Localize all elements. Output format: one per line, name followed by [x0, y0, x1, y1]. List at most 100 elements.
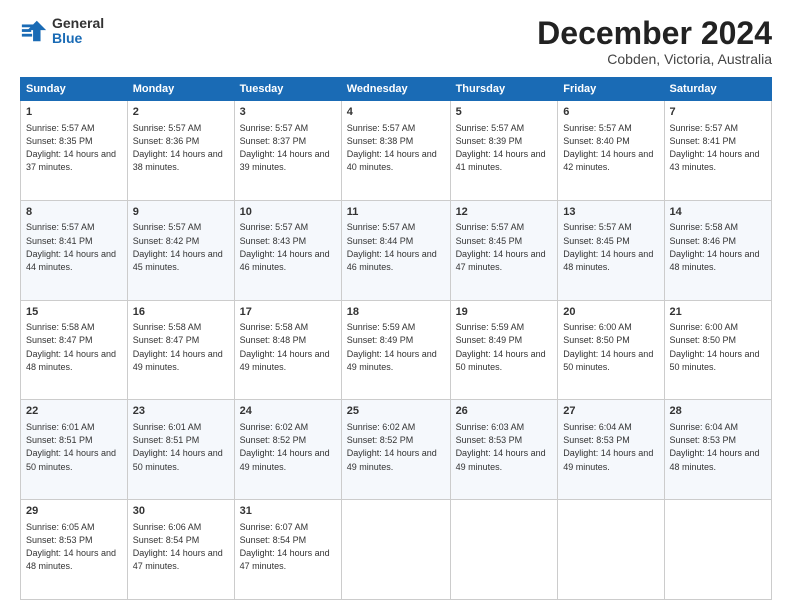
day-info: Sunrise: 6:00 AMSunset: 8:50 PMDaylight:…	[670, 322, 760, 372]
day-info: Sunrise: 6:06 AMSunset: 8:54 PMDaylight:…	[133, 522, 223, 572]
day-number: 13	[563, 205, 658, 220]
day-cell: 24Sunrise: 6:02 AMSunset: 8:52 PMDayligh…	[234, 400, 341, 500]
day-number: 29	[26, 504, 122, 519]
day-cell: 30 Sunrise: 6:06 AMSunset: 8:54 PMDayligh…	[127, 500, 234, 600]
day-number: 23	[133, 404, 229, 419]
day-number: 18	[347, 305, 445, 320]
week-row-4: 22 Sunrise: 6:01 AMSunset: 8:51 PMDayligh…	[21, 400, 772, 500]
col-sunday: Sunday	[21, 78, 128, 101]
day-number: 14	[670, 205, 767, 220]
day-cell: 10 Sunrise: 5:57 AMSunset: 8:43 PMDayligh…	[234, 200, 341, 300]
day-number: 20	[563, 305, 658, 320]
calendar-table: Sunday Monday Tuesday Wednesday Thursday…	[20, 77, 772, 600]
day-number: 7	[670, 105, 767, 120]
day-cell: 8 Sunrise: 5:57 AMSunset: 8:41 PMDaylight…	[21, 200, 128, 300]
day-cell: 11 Sunrise: 5:57 AMSunset: 8:44 PMDayligh…	[341, 200, 450, 300]
day-info: Sunrise: 6:01 AMSunset: 8:51 PMDaylight:…	[26, 422, 116, 472]
day-number: 16	[133, 305, 229, 320]
header: General Blue December 2024 Cobden, Victo…	[20, 16, 772, 67]
day-number: 24	[240, 404, 336, 419]
day-cell: 13 Sunrise: 5:57 AMSunset: 8:45 PMDayligh…	[558, 200, 664, 300]
day-number: 6	[563, 105, 658, 120]
day-cell: 3Sunrise: 5:57 AMSunset: 8:37 PMDaylight…	[234, 101, 341, 201]
day-cell: 25 Sunrise: 6:02 AMSunset: 8:52 PMDayligh…	[341, 400, 450, 500]
day-cell: 7 Sunrise: 5:57 AMSunset: 8:41 PMDaylight…	[664, 101, 772, 201]
month-title: December 2024	[537, 16, 772, 51]
col-monday: Monday	[127, 78, 234, 101]
logo-general: General	[52, 16, 104, 31]
day-cell: 26 Sunrise: 6:03 AMSunset: 8:53 PMDayligh…	[450, 400, 558, 500]
day-number: 8	[26, 205, 122, 220]
logo-text: General Blue	[52, 16, 104, 47]
day-cell: 29 Sunrise: 6:05 AMSunset: 8:53 PMDayligh…	[21, 500, 128, 600]
day-number: 5	[456, 105, 553, 120]
day-info: Sunrise: 5:57 AMSunset: 8:35 PMDaylight:…	[26, 123, 116, 173]
day-cell: 28 Sunrise: 6:04 AMSunset: 8:53 PMDayligh…	[664, 400, 772, 500]
day-cell: 19Sunrise: 5:59 AMSunset: 8:49 PMDayligh…	[450, 300, 558, 400]
day-info: Sunrise: 6:03 AMSunset: 8:53 PMDaylight:…	[456, 422, 546, 472]
day-info: Sunrise: 5:58 AMSunset: 8:48 PMDaylight:…	[240, 322, 330, 372]
day-cell: 2 Sunrise: 5:57 AMSunset: 8:36 PMDaylight…	[127, 101, 234, 201]
day-info: Sunrise: 5:58 AMSunset: 8:47 PMDaylight:…	[26, 322, 116, 372]
day-info: Sunrise: 5:57 AMSunset: 8:42 PMDaylight:…	[133, 222, 223, 272]
day-number: 21	[670, 305, 767, 320]
day-info: Sunrise: 5:58 AMSunset: 8:46 PMDaylight:…	[670, 222, 760, 272]
day-info: Sunrise: 5:57 AMSunset: 8:45 PMDaylight:…	[456, 222, 546, 272]
day-cell: 18 Sunrise: 5:59 AMSunset: 8:49 PMDayligh…	[341, 300, 450, 400]
day-cell	[450, 500, 558, 600]
day-number: 11	[347, 205, 445, 220]
day-cell: 15 Sunrise: 5:58 AMSunset: 8:47 PMDayligh…	[21, 300, 128, 400]
day-cell: 27Sunrise: 6:04 AMSunset: 8:53 PMDayligh…	[558, 400, 664, 500]
day-info: Sunrise: 5:57 AMSunset: 8:40 PMDaylight:…	[563, 123, 653, 173]
col-saturday: Saturday	[664, 78, 772, 101]
day-info: Sunrise: 5:57 AMSunset: 8:45 PMDaylight:…	[563, 222, 653, 272]
day-number: 27	[563, 404, 658, 419]
day-cell: 20Sunrise: 6:00 AMSunset: 8:50 PMDayligh…	[558, 300, 664, 400]
day-number: 2	[133, 105, 229, 120]
day-cell: 1 Sunrise: 5:57 AMSunset: 8:35 PMDaylight…	[21, 101, 128, 201]
week-row-3: 15 Sunrise: 5:58 AMSunset: 8:47 PMDayligh…	[21, 300, 772, 400]
day-number: 17	[240, 305, 336, 320]
week-row-1: 1 Sunrise: 5:57 AMSunset: 8:35 PMDaylight…	[21, 101, 772, 201]
day-cell: 16 Sunrise: 5:58 AMSunset: 8:47 PMDayligh…	[127, 300, 234, 400]
day-info: Sunrise: 6:01 AMSunset: 8:51 PMDaylight:…	[133, 422, 223, 472]
day-info: Sunrise: 6:02 AMSunset: 8:52 PMDaylight:…	[347, 422, 437, 472]
day-cell: 21 Sunrise: 6:00 AMSunset: 8:50 PMDayligh…	[664, 300, 772, 400]
day-info: Sunrise: 6:07 AMSunset: 8:54 PMDaylight:…	[240, 522, 330, 572]
day-info: Sunrise: 5:57 AMSunset: 8:39 PMDaylight:…	[456, 123, 546, 173]
day-cell: 9Sunrise: 5:57 AMSunset: 8:42 PMDaylight…	[127, 200, 234, 300]
week-row-2: 8 Sunrise: 5:57 AMSunset: 8:41 PMDaylight…	[21, 200, 772, 300]
day-info: Sunrise: 5:57 AMSunset: 8:43 PMDaylight:…	[240, 222, 330, 272]
day-info: Sunrise: 5:59 AMSunset: 8:49 PMDaylight:…	[347, 322, 437, 372]
header-row: Sunday Monday Tuesday Wednesday Thursday…	[21, 78, 772, 101]
day-cell: 12Sunrise: 5:57 AMSunset: 8:45 PMDayligh…	[450, 200, 558, 300]
day-info: Sunrise: 6:05 AMSunset: 8:53 PMDaylight:…	[26, 522, 116, 572]
day-info: Sunrise: 5:57 AMSunset: 8:41 PMDaylight:…	[26, 222, 116, 272]
day-cell: 4Sunrise: 5:57 AMSunset: 8:38 PMDaylight…	[341, 101, 450, 201]
title-block: December 2024 Cobden, Victoria, Australi…	[537, 16, 772, 67]
day-number: 25	[347, 404, 445, 419]
day-number: 19	[456, 305, 553, 320]
col-tuesday: Tuesday	[234, 78, 341, 101]
day-cell: 23 Sunrise: 6:01 AMSunset: 8:51 PMDayligh…	[127, 400, 234, 500]
day-info: Sunrise: 5:57 AMSunset: 8:36 PMDaylight:…	[133, 123, 223, 173]
day-number: 26	[456, 404, 553, 419]
logo: General Blue	[20, 16, 104, 47]
day-info: Sunrise: 5:57 AMSunset: 8:41 PMDaylight:…	[670, 123, 760, 173]
day-cell: 17 Sunrise: 5:58 AMSunset: 8:48 PMDayligh…	[234, 300, 341, 400]
day-number: 15	[26, 305, 122, 320]
day-info: Sunrise: 5:57 AMSunset: 8:44 PMDaylight:…	[347, 222, 437, 272]
location: Cobden, Victoria, Australia	[537, 51, 772, 67]
day-cell: 5 Sunrise: 5:57 AMSunset: 8:39 PMDaylight…	[450, 101, 558, 201]
day-cell: 14 Sunrise: 5:58 AMSunset: 8:46 PMDayligh…	[664, 200, 772, 300]
day-number: 1	[26, 105, 122, 120]
day-info: Sunrise: 6:04 AMSunset: 8:53 PMDaylight:…	[670, 422, 760, 472]
day-cell	[558, 500, 664, 600]
day-number: 30	[133, 504, 229, 519]
day-info: Sunrise: 5:57 AMSunset: 8:38 PMDaylight:…	[347, 123, 437, 173]
logo-icon	[20, 17, 48, 45]
day-number: 10	[240, 205, 336, 220]
day-info: Sunrise: 5:58 AMSunset: 8:47 PMDaylight:…	[133, 322, 223, 372]
day-number: 28	[670, 404, 767, 419]
day-number: 22	[26, 404, 122, 419]
